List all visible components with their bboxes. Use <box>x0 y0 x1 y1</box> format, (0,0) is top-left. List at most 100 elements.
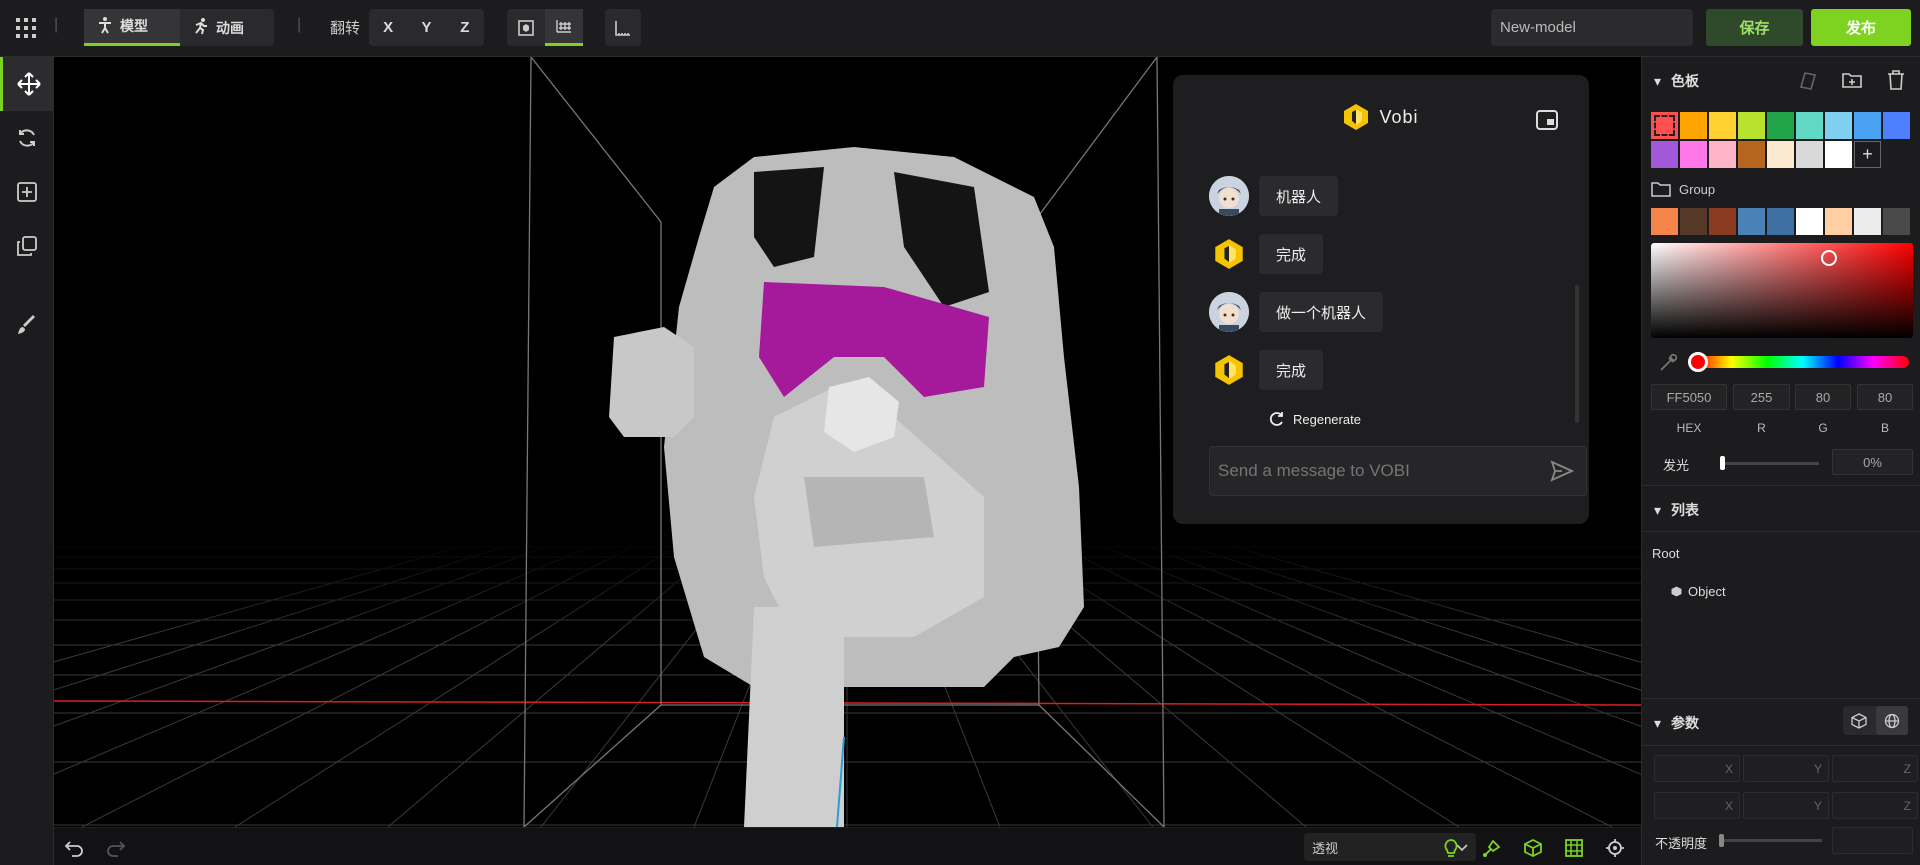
add-tool-button[interactable] <box>0 165 54 219</box>
apps-grid-icon[interactable] <box>14 16 38 40</box>
tree-root-item[interactable]: Root <box>1652 546 1679 561</box>
color-swatch[interactable] <box>1651 141 1678 168</box>
color-swatch[interactable] <box>1651 112 1678 139</box>
color-picker-handle[interactable] <box>1821 250 1837 266</box>
model-name-input[interactable] <box>1491 9 1693 46</box>
glow-slider-handle[interactable] <box>1720 456 1725 470</box>
grid-toggle-button[interactable] <box>1563 837 1585 859</box>
color-swatch[interactable] <box>1651 208 1678 235</box>
undo-icon <box>64 841 83 857</box>
ruler-button[interactable] <box>605 9 641 46</box>
left-toolbar <box>0 57 54 865</box>
move-tool-button[interactable] <box>0 57 54 111</box>
chat-message-bot: 完成 <box>1209 234 1324 274</box>
redo-button[interactable] <box>105 837 127 859</box>
position-x-input[interactable]: X <box>1654 755 1740 782</box>
cube-view-button[interactable] <box>507 9 545 46</box>
position-z-input[interactable]: Z <box>1832 755 1918 782</box>
color-swatch[interactable] <box>1825 112 1852 139</box>
color-swatch[interactable] <box>1796 208 1823 235</box>
color-swatch[interactable] <box>1825 141 1852 168</box>
glow-slider[interactable] <box>1722 462 1819 465</box>
color-swatch[interactable] <box>1854 208 1881 235</box>
rotation-y-input[interactable]: Y <box>1743 792 1829 819</box>
mode-switch: 模型 动画 <box>84 9 274 46</box>
lighting-button[interactable] <box>1440 837 1462 859</box>
save-button[interactable]: 保存 <box>1706 9 1803 46</box>
mode-model-tab[interactable]: 模型 <box>84 9 180 46</box>
regenerate-button[interactable]: Regenerate <box>1269 411 1361 427</box>
hue-slider[interactable] <box>1696 356 1909 368</box>
color-swatch[interactable] <box>1767 112 1794 139</box>
cube-toggle-button[interactable] <box>1522 837 1544 859</box>
flip-y-button[interactable]: Y <box>407 9 445 46</box>
3d-viewport[interactable]: Vobi 机器人 完成 做一个机器人 完成 Regenerate Send a … <box>54 57 1641 827</box>
opacity-slider-handle[interactable] <box>1719 834 1724 847</box>
color-swatch[interactable] <box>1709 208 1736 235</box>
params-section-header[interactable]: ▾ 参数 <box>1654 713 1699 733</box>
hex-input[interactable]: FF5050 <box>1651 384 1727 410</box>
chat-scrollbar[interactable] <box>1575 285 1579 423</box>
blue-input[interactable]: 80 <box>1857 384 1913 410</box>
eyedropper-button[interactable] <box>1658 351 1680 377</box>
color-swatch[interactable] <box>1883 208 1910 235</box>
local-space-button[interactable] <box>1843 706 1876 735</box>
flip-z-button[interactable]: Z <box>446 9 484 46</box>
color-swatch[interactable] <box>1767 141 1794 168</box>
caret-down-icon: ▾ <box>1654 714 1662 731</box>
color-swatch[interactable] <box>1796 112 1823 139</box>
color-swatch[interactable] <box>1796 141 1823 168</box>
chat-minimize-button[interactable] <box>1535 109 1559 135</box>
green-input[interactable]: 80 <box>1795 384 1851 410</box>
chat-message-input[interactable] <box>1218 447 1538 495</box>
color-swatch[interactable] <box>1709 141 1736 168</box>
hue-slider-handle[interactable] <box>1688 352 1708 372</box>
divider: | <box>54 16 59 33</box>
focus-button[interactable] <box>1604 837 1626 859</box>
duplicate-tool-button[interactable] <box>0 219 54 273</box>
color-swatch[interactable] <box>1738 141 1765 168</box>
list-section-header[interactable]: ▾ 列表 <box>1654 500 1699 520</box>
glow-value-input[interactable]: 0% <box>1832 449 1913 475</box>
color-swatch[interactable] <box>1854 112 1881 139</box>
rotation-z-input[interactable]: Z <box>1832 792 1918 819</box>
red-input[interactable]: 255 <box>1733 384 1790 410</box>
color-swatch[interactable] <box>1680 112 1707 139</box>
add-folder-button[interactable] <box>1841 69 1863 95</box>
position-y-input[interactable]: Y <box>1743 755 1829 782</box>
rotate-tool-button[interactable] <box>0 111 54 165</box>
saturation-value-picker[interactable] <box>1651 243 1913 338</box>
add-swatch-button[interactable]: + <box>1854 141 1881 168</box>
opacity-slider[interactable] <box>1719 839 1822 842</box>
grid-plane-icon <box>556 20 571 33</box>
delete-palette-button[interactable] <box>1885 69 1907 95</box>
color-swatch[interactable] <box>1680 141 1707 168</box>
palette-group[interactable]: Group <box>1651 181 1715 197</box>
color-swatch[interactable] <box>1738 208 1765 235</box>
palette-section-header[interactable]: ▾ 色板 <box>1654 71 1699 91</box>
color-swatch[interactable] <box>1709 112 1736 139</box>
tree-object-item[interactable]: Object <box>1671 584 1726 599</box>
caret-down-icon: ▾ <box>1654 501 1662 518</box>
world-space-button[interactable] <box>1875 706 1908 735</box>
rotation-x-input[interactable]: X <box>1654 792 1740 819</box>
paint-tool-button[interactable] <box>0 298 54 352</box>
mode-animation-tab[interactable]: 动画 <box>180 9 274 46</box>
palette-edit-button[interactable] <box>1797 69 1819 95</box>
publish-button[interactable]: 发布 <box>1811 9 1911 46</box>
opacity-input[interactable] <box>1832 827 1913 854</box>
color-swatch[interactable] <box>1825 208 1852 235</box>
color-swatch[interactable] <box>1883 112 1910 139</box>
send-button[interactable] <box>1550 460 1575 486</box>
green-label: G <box>1818 421 1828 435</box>
color-swatch[interactable] <box>1767 208 1794 235</box>
color-swatch[interactable] <box>1738 112 1765 139</box>
opacity-label: 不透明度 <box>1655 836 1708 851</box>
flip-x-button[interactable]: X <box>369 9 407 46</box>
object-cube-icon <box>1671 586 1682 597</box>
vobi-logo-icon <box>1344 104 1369 130</box>
undo-button[interactable] <box>63 837 85 859</box>
color-swatch[interactable] <box>1680 208 1707 235</box>
grid-view-button[interactable] <box>545 9 583 46</box>
pen-tool-button[interactable] <box>1481 837 1503 859</box>
